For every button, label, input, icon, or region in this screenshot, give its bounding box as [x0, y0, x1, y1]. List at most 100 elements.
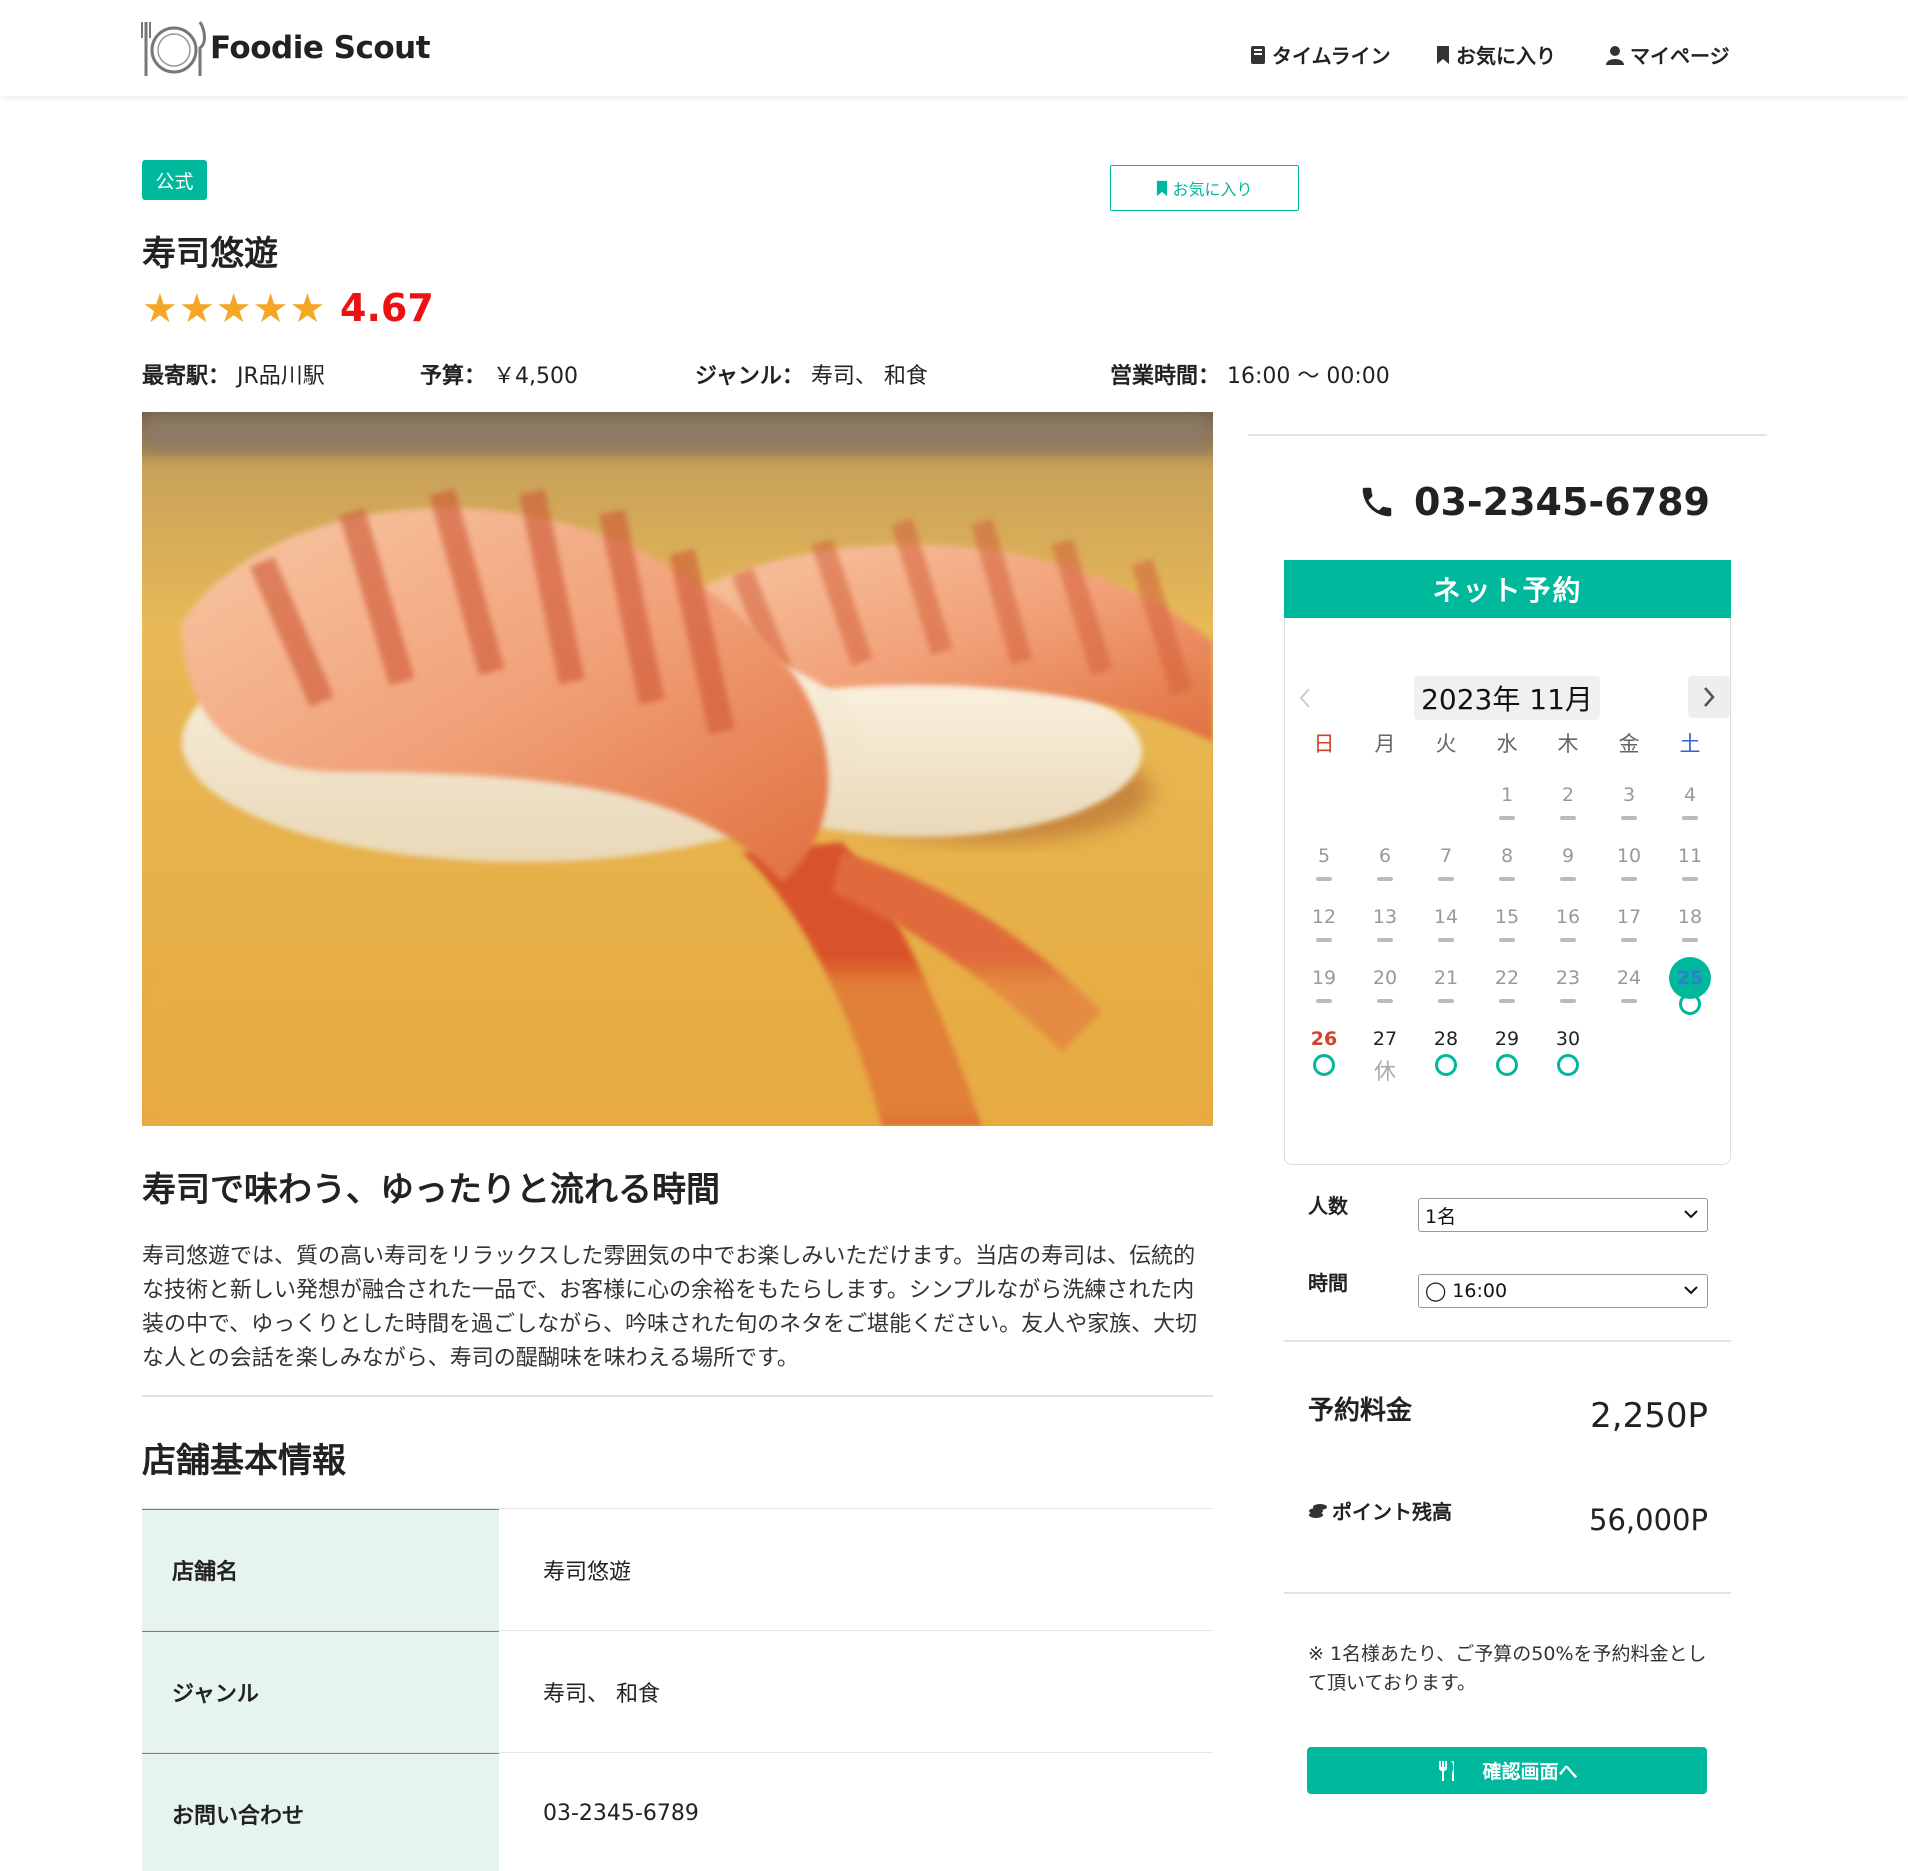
time-select-value: ◯ 16:00: [1425, 1280, 1508, 1302]
confirm-button[interactable]: 確認画面へ: [1307, 1747, 1707, 1794]
unavailable-mark: [1682, 938, 1698, 942]
closed-mark: 休: [1373, 1060, 1396, 1085]
unavailable-mark: [1560, 877, 1576, 881]
available-mark[interactable]: [1435, 1054, 1457, 1076]
calendar-day[interactable]: 29: [1482, 1028, 1532, 1050]
unavailable-mark: [1316, 877, 1332, 881]
unavailable-mark: [1377, 999, 1393, 1003]
hours-label: 営業時間：: [1110, 364, 1221, 389]
phone-number-text: 03-2345-6789: [1414, 480, 1710, 524]
time-select[interactable]: ◯ 16:00: [1418, 1274, 1708, 1308]
row-value: 03-2345-6789: [543, 1801, 699, 1826]
favorite-button-label: お気に入り: [1172, 180, 1253, 199]
unavailable-mark: [1621, 999, 1637, 1003]
chevron-down-icon: [1684, 1286, 1698, 1295]
calendar-day[interactable]: 27: [1360, 1028, 1410, 1050]
calendar-day: 5: [1317, 845, 1331, 867]
calendar-day: 14: [1433, 906, 1459, 928]
unavailable-mark: [1621, 816, 1637, 820]
people-label: 人数: [1308, 1194, 1348, 1218]
unavailable-mark: [1377, 938, 1393, 942]
logo[interactable]: Foodie Scout: [140, 18, 431, 78]
calendar-day: 7: [1439, 845, 1453, 867]
weekday-label: 水: [1496, 732, 1518, 756]
calendar-day: 18: [1677, 906, 1703, 928]
calendar-day[interactable]: 26: [1299, 1028, 1349, 1050]
calendar-day[interactable]: 28: [1421, 1028, 1471, 1050]
nav-mypage[interactable]: マイページ: [1606, 40, 1730, 69]
site-header: Foodie Scout タイムライン お気に入り マイページ: [0, 0, 1908, 96]
divider: [1248, 434, 1767, 436]
unavailable-mark: [1316, 999, 1332, 1003]
calendar-next-button[interactable]: [1688, 676, 1730, 718]
phone-number[interactable]: 03-2345-6789: [1358, 480, 1710, 524]
unavailable-mark: [1621, 938, 1637, 942]
phone-icon: [1362, 487, 1392, 517]
nav-timeline[interactable]: タイムライン: [1250, 40, 1391, 69]
shop-description: 寿司悠遊では、質の高い寿司をリラックスした雰囲気の中でお楽しみいただけます。当店…: [142, 1244, 1198, 1371]
unavailable-mark: [1316, 938, 1332, 942]
points-label: ポイント残高: [1308, 1496, 1452, 1525]
plate-cutlery-icon: [141, 21, 206, 76]
calendar-day: 2: [1561, 784, 1575, 806]
row-value: 寿司、 和食: [543, 1681, 660, 1707]
genre-label: ジャンル：: [695, 364, 804, 389]
divider: [1284, 1340, 1731, 1342]
available-mark[interactable]: [1313, 1054, 1335, 1076]
chevron-down-icon: [1684, 1210, 1698, 1219]
row-label: お問い合わせ: [142, 1753, 499, 1871]
favorite-button[interactable]: お気に入り: [1110, 165, 1299, 211]
unavailable-mark: [1682, 816, 1698, 820]
unavailable-mark: [1560, 938, 1576, 942]
nav-mypage-label: マイページ: [1630, 44, 1730, 68]
calendar-day: 8: [1500, 845, 1514, 867]
calendar-day: 20: [1372, 967, 1398, 989]
hours-value: 16:00 〜 00:00: [1227, 364, 1390, 389]
divider: [142, 1395, 1213, 1397]
calendar-prev-button[interactable]: [1290, 680, 1320, 716]
weekday-label: 日: [1313, 732, 1335, 756]
unavailable-mark: [1438, 999, 1454, 1003]
calendar-day: 12: [1311, 906, 1337, 928]
nav-timeline-label: タイムライン: [1272, 44, 1391, 68]
book-icon: [1251, 45, 1265, 64]
time-label: 時間: [1308, 1271, 1348, 1295]
table-row: 店舗名 寿司悠遊: [142, 1508, 1213, 1630]
points-value: 56,000P: [1589, 1503, 1708, 1537]
calendar-day: 21: [1433, 967, 1459, 989]
unavailable-mark: [1438, 877, 1454, 881]
unavailable-mark: [1438, 938, 1454, 942]
divider: [1284, 1592, 1731, 1594]
available-mark[interactable]: [1496, 1054, 1518, 1076]
calendar-day: 15: [1494, 906, 1520, 928]
nav-favorites[interactable]: お気に入り: [1436, 40, 1556, 69]
calendar-day: 6: [1378, 845, 1392, 867]
hours-info: 営業時間： 16:00 〜 00:00: [1110, 358, 1390, 390]
available-mark[interactable]: [1557, 1054, 1579, 1076]
user-icon: [1606, 45, 1624, 65]
people-select[interactable]: 1名: [1418, 1198, 1708, 1232]
station-info: 最寄駅： JR品川駅: [142, 358, 325, 390]
calendar-day: 10: [1616, 845, 1642, 867]
calendar-day: 3: [1622, 784, 1636, 806]
unavailable-mark: [1499, 816, 1515, 820]
calendar-day[interactable]: 25: [1665, 967, 1715, 989]
calendar-day: 11: [1677, 845, 1703, 867]
rating-score: 4.67: [340, 286, 434, 330]
official-badge: 公式: [142, 160, 207, 200]
calendar-day: 19: [1311, 967, 1337, 989]
row-label: ジャンル: [142, 1631, 499, 1752]
logo-text: Foodie Scout: [210, 30, 431, 66]
weekday-label: 金: [1618, 732, 1640, 756]
coins-icon: [1309, 1503, 1327, 1518]
table-row: お問い合わせ 03-2345-6789: [142, 1752, 1213, 1871]
chevron-left-icon: [1299, 688, 1310, 708]
calendar-day[interactable]: 30: [1543, 1028, 1593, 1050]
cutlery-icon: [1439, 1760, 1455, 1781]
calendar-day: 13: [1372, 906, 1398, 928]
table-row: ジャンル 寿司、 和食: [142, 1630, 1213, 1752]
budget-info: 予算： ￥4,500: [420, 358, 578, 390]
unavailable-mark: [1499, 938, 1515, 942]
station-value: JR品川駅: [237, 364, 325, 389]
star-icons: ★★★★★: [142, 286, 327, 332]
